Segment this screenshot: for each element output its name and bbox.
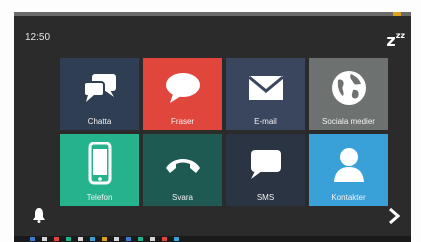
tile-telefon[interactable]: Telefon bbox=[60, 134, 139, 206]
clock: 12:50 bbox=[25, 32, 51, 43]
tile-sms[interactable]: SMS bbox=[226, 134, 305, 206]
sleep-icon[interactable]: zzz bbox=[386, 28, 405, 49]
device-frame: 12:50 zzz Chatta Fraser E-mail Sociala m… bbox=[0, 0, 421, 242]
tile-label: Fraser bbox=[170, 117, 195, 126]
bell-icon[interactable] bbox=[32, 207, 46, 228]
taskbar-strip bbox=[14, 236, 411, 242]
tile-sociala-medier[interactable]: Sociala medier bbox=[309, 58, 388, 130]
speech-bubble-icon bbox=[161, 68, 205, 108]
app-screen: 12:50 zzz Chatta Fraser E-mail Sociala m… bbox=[14, 12, 411, 236]
chat-bubbles-icon bbox=[78, 68, 122, 108]
tile-kontakter[interactable]: Kontakter bbox=[309, 134, 388, 206]
tile-label: Sociala medier bbox=[322, 117, 375, 126]
tile-grid: Chatta Fraser E-mail Sociala medier Tele… bbox=[60, 58, 390, 210]
phone-handset-icon bbox=[161, 144, 205, 184]
tile-email[interactable]: E-mail bbox=[226, 58, 305, 130]
tile-chatta[interactable]: Chatta bbox=[60, 58, 139, 130]
message-bubble-icon bbox=[244, 144, 288, 184]
top-status-strip bbox=[14, 12, 411, 16]
status-indicator bbox=[393, 12, 401, 16]
chevron-right-icon[interactable] bbox=[387, 207, 401, 230]
globe-icon bbox=[327, 68, 371, 108]
tile-fraser[interactable]: Fraser bbox=[143, 58, 222, 130]
tile-label: Telefon bbox=[86, 193, 113, 202]
person-icon bbox=[327, 144, 371, 184]
envelope-icon bbox=[244, 68, 288, 108]
tile-svara[interactable]: Svara bbox=[143, 134, 222, 206]
tile-label: Kontakter bbox=[331, 193, 366, 202]
tile-label: Chatta bbox=[87, 117, 112, 126]
tile-label: SMS bbox=[256, 193, 275, 202]
smartphone-icon bbox=[78, 142, 122, 185]
tile-label: E-mail bbox=[254, 117, 277, 126]
tile-label: Svara bbox=[172, 193, 193, 202]
